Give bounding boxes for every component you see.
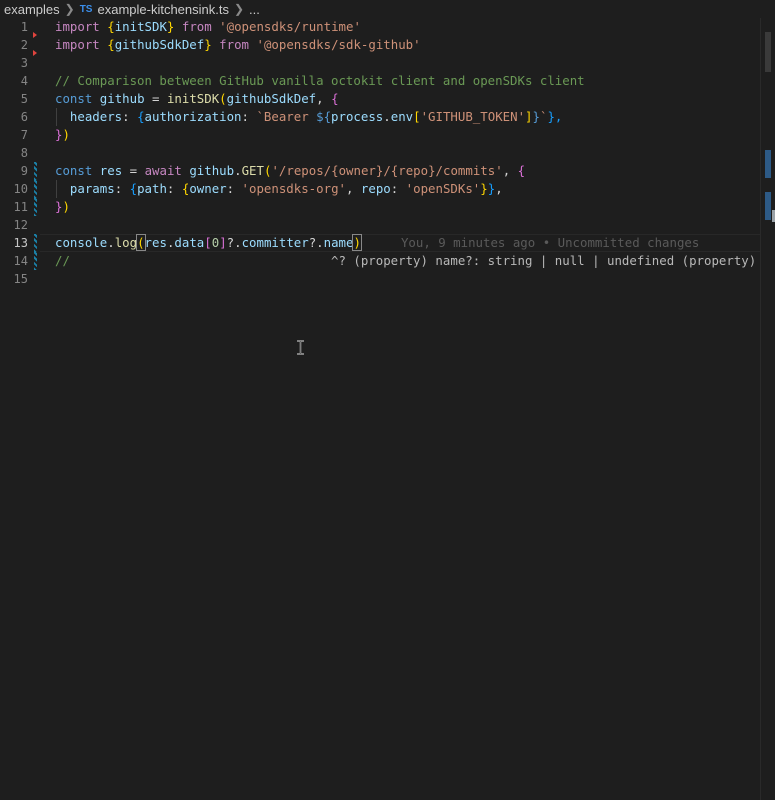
git-modified-marker[interactable] xyxy=(34,198,37,216)
typescript-file-icon: TS xyxy=(79,3,93,15)
scrollbar-viewport-slider[interactable] xyxy=(765,32,771,72)
vertical-scrollbar[interactable] xyxy=(760,18,775,800)
line-number: 11 xyxy=(13,200,28,214)
code-editor[interactable]: 1 2 3 4 5 6 7 8 9 10 11 12 13 14 15 impo… xyxy=(0,18,775,800)
line-number: 5 xyxy=(20,92,28,106)
code-line-13: console.log(res.data[0]?.committer?.name… xyxy=(55,234,700,251)
code-line-1: import {initSDK} from '@opensdks/runtime… xyxy=(55,19,361,34)
line-number: 10 xyxy=(13,182,28,196)
line-number: 3 xyxy=(20,56,28,70)
breadcrumb-more[interactable]: ... xyxy=(249,2,260,17)
line-number: 7 xyxy=(20,128,28,142)
git-modified-marker[interactable] xyxy=(34,252,37,270)
line-number: 2 xyxy=(20,38,28,52)
git-blame-annotation: You, 9 minutes ago • Uncommitted changes xyxy=(400,235,700,250)
chevron-right-icon: ❯ xyxy=(64,2,75,16)
line-number: 4 xyxy=(20,74,28,88)
git-modified-marker[interactable] xyxy=(34,162,37,180)
code-line-4-comment: // Comparison between GitHub vanilla oct… xyxy=(55,73,585,88)
code-line-5: const github = initSDK(githubSdkDef, { xyxy=(55,91,339,106)
code-line-14: //^? (property) name?: string | null | u… xyxy=(55,252,775,270)
line-number: 12 xyxy=(13,218,28,232)
line-number: 9 xyxy=(20,164,28,178)
breadcrumb: examples ❯ TS example-kitchensink.ts ❯ .… xyxy=(0,0,775,18)
line-number: 8 xyxy=(20,146,28,160)
chevron-right-icon: ❯ xyxy=(233,2,245,16)
code-line-6: headers: {authorization: `Bearer ${proce… xyxy=(69,109,563,124)
code-line-11: }) xyxy=(55,199,70,214)
line-number: 14 xyxy=(13,254,28,268)
scrollbar-change-marker xyxy=(765,150,771,178)
git-deleted-marker-icon[interactable] xyxy=(33,32,37,38)
code-line-7: }) xyxy=(55,127,70,142)
line-number-active: 13 xyxy=(13,236,28,250)
code-line-9: const res = await github.GET('/repos/{ow… xyxy=(55,163,526,178)
code-line-2: import {githubSdkDef} from '@opensdks/sd… xyxy=(55,37,421,52)
scrollbar-change-marker xyxy=(765,192,771,220)
line-number: 6 xyxy=(20,110,28,124)
breadcrumb-folder[interactable]: examples xyxy=(0,2,60,17)
git-modified-marker[interactable] xyxy=(34,234,37,252)
git-modified-marker[interactable] xyxy=(34,180,37,198)
text-cursor-icon xyxy=(297,340,304,355)
code-line-10: params: {path: {owner: 'opensdks-org', r… xyxy=(69,181,503,196)
git-deleted-marker-icon[interactable] xyxy=(33,50,37,56)
line-number: 1 xyxy=(20,20,28,34)
line-number: 15 xyxy=(13,272,28,286)
twoslash-type-hint: ^? (property) name?: string | null | und… xyxy=(331,253,775,268)
breadcrumb-file[interactable]: example-kitchensink.ts xyxy=(97,2,229,17)
